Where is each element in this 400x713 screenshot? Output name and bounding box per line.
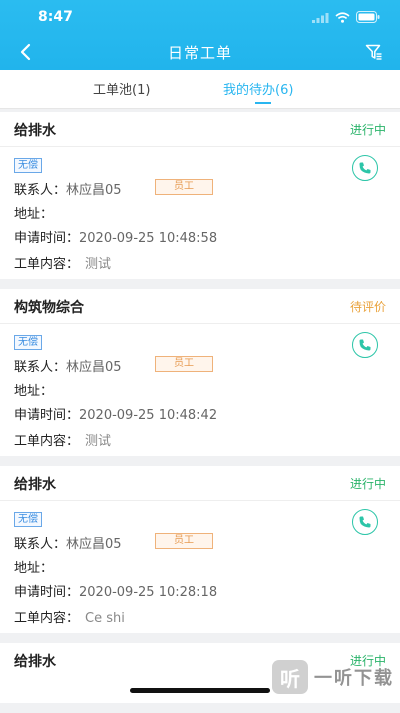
content-label: 工单内容：: [14, 434, 80, 449]
contact-name: 林应昌05: [66, 360, 122, 375]
page-title: 日常工单: [167, 44, 232, 62]
watermark-text: 一听下载: [314, 668, 394, 689]
role-tag: 员工: [155, 356, 213, 372]
time-label: 申请时间：: [14, 408, 80, 423]
filter-icon: [365, 44, 382, 60]
card-header: 构筑物综合 待评价: [0, 289, 400, 324]
apply-time: 2020-09-25 10:28:18: [79, 585, 218, 600]
work-order-list: 给排水 进行中 无偿 联系人：林应昌05 员工 地址： 申请时间：2020-09…: [0, 112, 400, 713]
contact-label: 联系人：: [14, 360, 67, 375]
nav-bar: 日常工单: [0, 34, 400, 70]
card-body: 无偿 联系人：林应昌05 员工 地址： 申请时间：2020-09-25 10:2…: [0, 501, 400, 633]
tab-my-todo[interactable]: 我的待办(6): [223, 79, 293, 98]
address-row: 地址：: [14, 203, 53, 222]
app-header: 8:47 日常工单: [0, 0, 400, 70]
contact-label: 联系人：: [14, 537, 67, 552]
tab-active-indicator: [255, 102, 271, 104]
tab-bar: 工单池(1) 我的待办(6): [0, 70, 400, 109]
phone-icon: [359, 339, 371, 351]
phone-icon: [359, 516, 371, 528]
home-indicator[interactable]: [130, 688, 270, 693]
status-bar: 8:47: [0, 0, 400, 34]
work-order-card[interactable]: 给排水 进行中 无偿 联系人：林应昌05 员工 地址： 申请时间：2020-09…: [0, 466, 400, 633]
free-tag: 无偿: [14, 512, 42, 527]
phone-icon: [359, 162, 371, 174]
address-row: 地址：: [14, 557, 53, 576]
status-time: 8:47: [38, 9, 73, 25]
apply-time: 2020-09-25 10:48:42: [79, 408, 218, 423]
work-order-card[interactable]: 构筑物综合 待评价 无偿 联系人：林应昌05 员工 地址： 申请时间：2020-…: [0, 289, 400, 456]
content-row: 工单内容： 测试: [14, 253, 111, 272]
contact-row: 联系人：林应昌05: [14, 356, 122, 375]
time-label: 申请时间：: [14, 231, 80, 246]
contact-name: 林应昌05: [66, 183, 122, 198]
order-title: 给排水: [14, 654, 56, 670]
filter-button[interactable]: [362, 40, 386, 64]
order-content: 测试: [85, 434, 112, 449]
status-badge: 待评价: [349, 300, 386, 314]
contact-row: 联系人：林应昌05: [14, 533, 122, 552]
card-header: 给排水 进行中: [0, 112, 400, 147]
contact-label: 联系人：: [14, 183, 67, 198]
watermark-logo: 听: [272, 660, 308, 694]
call-button[interactable]: [352, 155, 378, 181]
address-label: 地址：: [14, 384, 54, 399]
contact-name: 林应昌05: [66, 537, 122, 552]
order-content: Ce shi: [85, 611, 125, 626]
time-row: 申请时间：2020-09-25 10:28:18: [14, 581, 217, 600]
card-body: 无偿 联系人：林应昌05 员工 地址： 申请时间：2020-09-25 10:4…: [0, 147, 400, 279]
free-tag: 无偿: [14, 158, 42, 173]
card-body: 无偿 联系人：林应昌05 员工 地址： 申请时间：2020-09-25 10:4…: [0, 324, 400, 456]
call-button[interactable]: [352, 332, 378, 358]
time-label: 申请时间：: [14, 585, 80, 600]
content-row: 工单内容： 测试: [14, 430, 111, 449]
role-tag: 员工: [155, 533, 213, 549]
role-tag: 员工: [155, 179, 213, 195]
contact-row: 联系人：林应昌05: [14, 179, 122, 198]
wifi-icon: [335, 11, 350, 23]
order-content: 测试: [85, 257, 112, 272]
content-label: 工单内容：: [14, 611, 80, 626]
work-order-card[interactable]: 给排水 进行中 无偿 联系人：林应昌05 员工 地址： 申请时间：2020-09…: [0, 112, 400, 279]
time-row: 申请时间：2020-09-25 10:48:58: [14, 227, 217, 246]
address-label: 地址：: [14, 561, 54, 576]
address-label: 地址：: [14, 207, 54, 222]
battery-icon: [356, 11, 380, 23]
watermark: 听 一听下载: [272, 660, 394, 694]
status-badge: 进行中: [349, 477, 386, 491]
signal-icon: [312, 12, 329, 23]
apply-time: 2020-09-25 10:48:58: [79, 231, 218, 246]
content-row: 工单内容： Ce shi: [14, 607, 125, 626]
tab-order-pool[interactable]: 工单池(1): [93, 79, 150, 98]
status-badge: 进行中: [349, 123, 386, 137]
card-header: 给排水 进行中: [0, 466, 400, 501]
order-title: 给排水: [14, 123, 56, 139]
order-title: 构筑物综合: [14, 300, 84, 316]
content-label: 工单内容：: [14, 257, 80, 272]
order-title: 给排水: [14, 477, 56, 493]
time-row: 申请时间：2020-09-25 10:48:42: [14, 404, 217, 423]
address-row: 地址：: [14, 380, 53, 399]
call-button[interactable]: [352, 509, 378, 535]
free-tag: 无偿: [14, 335, 42, 350]
status-icons: [312, 10, 380, 24]
